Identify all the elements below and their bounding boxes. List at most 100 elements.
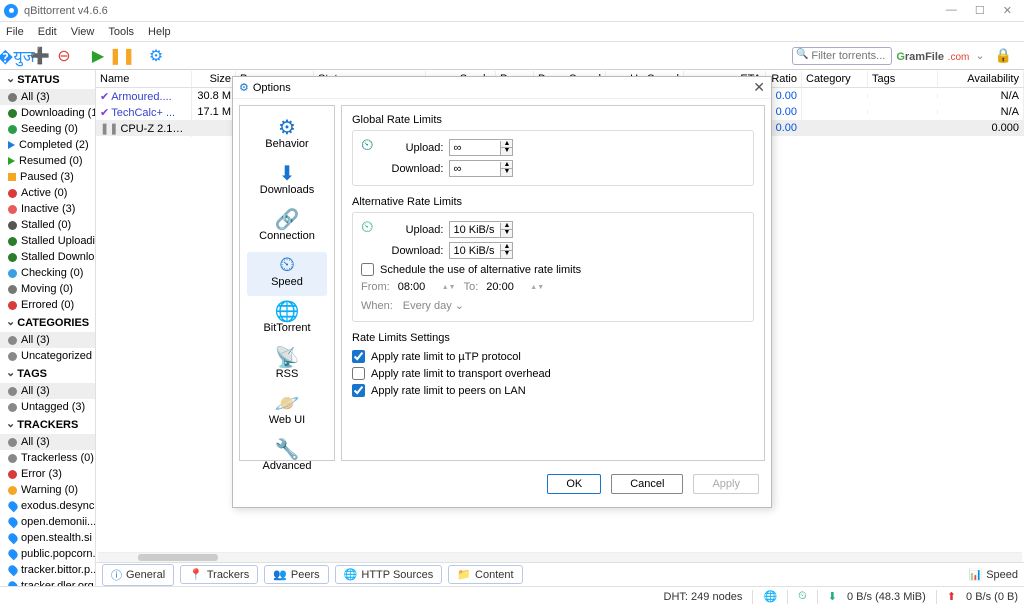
tab-speed[interactable]: 📊Speed xyxy=(968,568,1018,581)
minimize-icon[interactable]: — xyxy=(946,4,957,17)
global-download-input[interactable]: ▲▼ xyxy=(449,160,513,177)
sidebar-item[interactable]: exodus.desync... xyxy=(0,498,95,514)
sidebar-item[interactable]: Inactive (3) xyxy=(0,201,95,217)
ok-button[interactable]: OK xyxy=(547,474,601,494)
sidebar-item[interactable]: Trackerless (0) xyxy=(0,450,95,466)
alt-upload-input[interactable]: ▲▼ xyxy=(449,221,513,238)
col-category[interactable]: Category xyxy=(802,71,868,87)
sidebar-header[interactable]: CATEGORIES xyxy=(0,313,95,332)
sidebar-item[interactable]: All (3) xyxy=(0,89,95,105)
sidebar-item[interactable]: Uncategorized ... xyxy=(0,348,95,364)
sidebar-header[interactable]: STATUS xyxy=(0,70,95,89)
sidebar-item[interactable]: Active (0) xyxy=(0,185,95,201)
speed-gauge-icon[interactable]: ⏲ xyxy=(798,590,807,603)
sidebar-header[interactable]: TRACKERS xyxy=(0,415,95,434)
cancel-button[interactable]: Cancel xyxy=(611,474,683,494)
sidebar-item[interactable]: Errored (0) xyxy=(0,297,95,313)
to-label: To: xyxy=(464,281,479,293)
pause-icon[interactable]: ❚❚ xyxy=(112,46,132,66)
options-nav-item[interactable]: ⚙Behavior xyxy=(247,114,327,158)
menu-help[interactable]: Help xyxy=(148,26,171,38)
menu-edit[interactable]: Edit xyxy=(38,26,57,38)
h-scrollbar[interactable] xyxy=(98,552,1022,562)
sidebar-item-label: Warning (0) xyxy=(21,484,78,496)
sidebar-item[interactable]: Untagged (3) xyxy=(0,399,95,415)
menu-file[interactable]: File xyxy=(6,26,24,38)
sidebar-item[interactable]: Stalled (0) xyxy=(0,217,95,233)
schedule-checkbox[interactable] xyxy=(361,263,374,276)
sidebar-header[interactable]: TAGS xyxy=(0,364,95,383)
global-upload-input[interactable]: ▲▼ xyxy=(449,139,513,156)
sidebar-item-label: public.popcorn... xyxy=(21,548,95,560)
from-time-input[interactable] xyxy=(398,281,434,293)
sidebar-item[interactable]: All (3) xyxy=(0,434,95,450)
options-nav-item[interactable]: 🌐BitTorrent xyxy=(247,298,327,342)
sidebar-item[interactable]: Checking (0) xyxy=(0,265,95,281)
menu-tools[interactable]: Tools xyxy=(108,26,134,38)
sidebar-item[interactable]: All (3) xyxy=(0,332,95,348)
sidebar-item[interactable]: public.popcorn... xyxy=(0,546,95,562)
options-nav-item[interactable]: 🔗Connection xyxy=(247,206,327,250)
options-nav-item[interactable]: 🪐Web UI xyxy=(247,390,327,434)
sidebar-item[interactable]: Seeding (0) xyxy=(0,121,95,137)
advanced-icon: 🔧 xyxy=(247,438,327,460)
sidebar-item[interactable]: Paused (3) xyxy=(0,169,95,185)
speed-icon: ⏲ xyxy=(247,254,327,276)
sidebar-item[interactable]: Completed (2) xyxy=(0,137,95,153)
sidebar-item[interactable]: open.demonii.... xyxy=(0,514,95,530)
tab-trackers[interactable]: 📍Trackers xyxy=(180,565,258,584)
limit-utp-label: Apply rate limit to µTP protocol xyxy=(371,351,521,363)
lock-icon[interactable]: 🔒 xyxy=(995,47,1012,64)
tab-http[interactable]: 🌐HTTP Sources xyxy=(335,565,443,584)
options-nav-item[interactable]: ⏲Speed xyxy=(247,252,327,296)
sidebar-item[interactable]: Error (3) xyxy=(0,466,95,482)
sidebar-item[interactable]: Moving (0) xyxy=(0,281,95,297)
cell-avail: N/A xyxy=(938,88,1024,104)
filter-input-wrap[interactable] xyxy=(792,47,892,65)
sidebar-item-label: All (3) xyxy=(21,91,50,103)
sidebar-item[interactable]: All (3) xyxy=(0,383,95,399)
tab-general[interactable]: ⓘGeneral xyxy=(102,564,174,586)
options-close-icon[interactable]: ✕ xyxy=(753,79,765,96)
sidebar-item-label: open.demonii.... xyxy=(21,516,95,528)
tab-peers[interactable]: 👥Peers xyxy=(264,565,328,584)
sidebar-item[interactable]: tracker.bittor.p... xyxy=(0,562,95,578)
remove-icon[interactable]: ⊖ xyxy=(54,46,74,66)
limit-utp-checkbox[interactable] xyxy=(352,350,365,363)
col-avail[interactable]: Availability xyxy=(938,71,1024,87)
limit-lan-label: Apply rate limit to peers on LAN xyxy=(371,385,526,397)
filter-input[interactable] xyxy=(811,50,887,62)
sidebar-item[interactable]: open.stealth.si ... xyxy=(0,530,95,546)
apply-button[interactable]: Apply xyxy=(693,474,759,494)
when-select[interactable]: Every day ⌄ xyxy=(401,299,478,312)
sidebar-item[interactable]: Warning (0) xyxy=(0,482,95,498)
limit-overhead-label: Apply rate limit to transport overhead xyxy=(371,368,551,380)
options-nav-item[interactable]: 🔧Advanced xyxy=(247,436,327,480)
limit-lan-checkbox[interactable] xyxy=(352,384,365,397)
limit-overhead-checkbox[interactable] xyxy=(352,367,365,380)
close-icon[interactable]: ✕ xyxy=(1003,4,1012,17)
maximize-icon[interactable]: ☐ xyxy=(975,4,985,17)
col-tags[interactable]: Tags xyxy=(868,71,938,87)
sidebar-item[interactable]: Resumed (0) xyxy=(0,153,95,169)
resume-icon[interactable]: ▶ xyxy=(88,46,108,66)
options-nav-item[interactable]: ⬇Downloads xyxy=(247,160,327,204)
menu-view[interactable]: View xyxy=(71,26,95,38)
add-link-icon[interactable]: �युज xyxy=(6,46,26,66)
options-nav-item[interactable]: 📡RSS xyxy=(247,344,327,388)
col-name[interactable]: Name xyxy=(96,71,192,87)
chevron-down-icon[interactable]: ⌄ xyxy=(975,49,984,62)
alt-download-input[interactable]: ▲▼ xyxy=(449,242,513,259)
sidebar-item-label: Uncategorized ... xyxy=(21,350,95,362)
sidebar-item[interactable]: Stalled Uploadi... xyxy=(0,233,95,249)
col-size[interactable]: Size xyxy=(192,71,236,87)
cell-name: ✔Armoured.... xyxy=(96,88,192,105)
to-time-input[interactable] xyxy=(486,281,522,293)
tab-content[interactable]: 📁Content xyxy=(448,565,522,584)
sidebar-item-label: open.stealth.si ... xyxy=(21,532,95,544)
sidebar-item[interactable]: Downloading (1) xyxy=(0,105,95,121)
add-torrent-icon[interactable]: ➕ xyxy=(30,46,50,66)
sidebar-item[interactable]: Stalled Downlo... xyxy=(0,249,95,265)
sidebar-item[interactable]: tracker.dler.org... xyxy=(0,578,95,586)
settings-icon[interactable]: ⚙ xyxy=(146,46,166,66)
